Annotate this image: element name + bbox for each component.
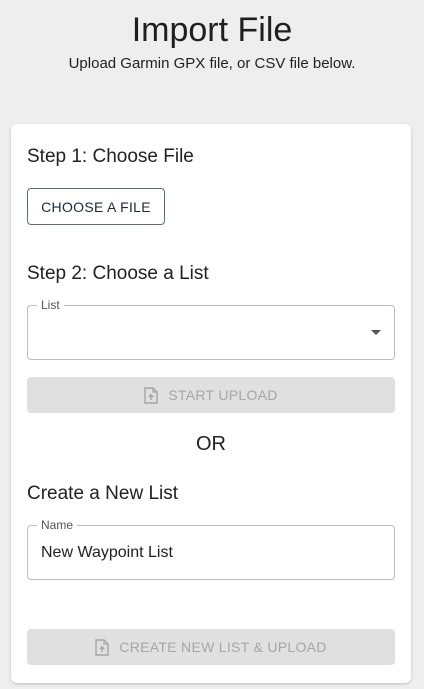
step2-heading: Step 2: Choose a List — [27, 263, 209, 284]
file-upload-icon — [95, 638, 109, 656]
start-upload-button[interactable]: START UPLOAD — [27, 377, 395, 413]
new-list-heading: Create a New List — [27, 483, 179, 504]
create-list-upload-button[interactable]: CREATE NEW LIST & UPLOAD — [27, 629, 395, 665]
step1-heading: Step 1: Choose File — [27, 146, 194, 167]
import-card: Step 1: Choose File CHOOSE A FILE Step 2… — [11, 124, 411, 683]
list-name-label: Name — [37, 518, 78, 532]
create-list-upload-label: CREATE NEW LIST & UPLOAD — [119, 639, 327, 655]
list-select-label: List — [37, 298, 64, 312]
choose-file-button[interactable]: CHOOSE A FILE — [27, 188, 165, 225]
list-name-input[interactable]: New Waypoint List — [41, 544, 173, 562]
list-name-field[interactable]: Name New Waypoint List — [27, 518, 395, 580]
page-title: Import File — [131, 11, 293, 49]
or-divider: OR — [196, 433, 226, 455]
start-upload-label: START UPLOAD — [168, 387, 278, 403]
file-upload-icon — [144, 386, 158, 404]
list-select[interactable]: List — [27, 298, 395, 360]
dropdown-caret-icon[interactable] — [371, 330, 381, 335]
page-subtitle: Upload Garmin GPX file, or CSV file belo… — [68, 55, 356, 72]
